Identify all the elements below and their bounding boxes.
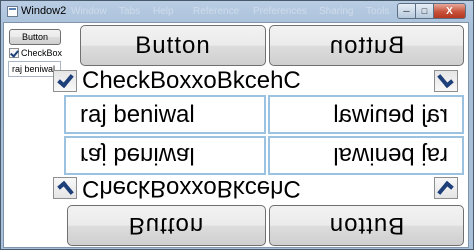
reflected-button-label: Button (135, 31, 211, 59)
reflected-checkbox-label: CheckBoxxoBkcehC (82, 175, 301, 202)
reflected-textbox-top-left: raj beniwal (64, 95, 266, 134)
reflected-button-label: Button (128, 212, 205, 240)
caption-buttons: ─ □ X (397, 3, 466, 20)
reflected-checkbox-row-bottom: CheckBoxxoBkcehC (4, 175, 468, 202)
title-bar[interactable]: Window2 ─ □ X Window Tabs Help Reference Pre… (1, 1, 473, 23)
window-title: Window2 (21, 5, 67, 17)
checkbox-checked-icon[interactable] (9, 47, 19, 58)
source-checkbox-label: CheckBox (21, 47, 63, 58)
close-icon: X (446, 5, 453, 17)
client-area: Button CheckBox raj beniwal Button Butto… (3, 22, 469, 248)
ghost-menu-item: Sharing (319, 6, 354, 17)
reflected-checkbox-row-top: CheckBoxxoBkcehC (4, 68, 468, 94)
reflected-button-label: Button (328, 212, 405, 240)
minimize-button[interactable]: ─ (397, 3, 416, 19)
window: Window2 ─ □ X Window Tabs Help Reference Pre… (0, 0, 474, 250)
source-checkbox[interactable]: CheckBox (9, 46, 62, 59)
reflected-checkbox-label: CheckBoxxoBkcehC (82, 67, 301, 94)
ghost-menu-item: Help (153, 6, 174, 17)
reflected-button-bottom-right: Button (269, 205, 464, 246)
maximize-icon: □ (421, 6, 428, 16)
reflected-button-label: Button (328, 31, 405, 59)
maximize-button[interactable]: □ (416, 3, 434, 19)
reflected-button-bottom-left: Button (67, 205, 266, 246)
checkbox-checked-icon (53, 177, 77, 199)
reflected-textbox-bottom-left: raj beniwal (64, 136, 266, 175)
reflected-textbox-top-right: raj beniwal (268, 95, 464, 134)
ghost-menu-item: Tabs (119, 6, 141, 17)
ghost-menu-item: Window (71, 6, 107, 17)
source-button[interactable]: Button (9, 29, 61, 45)
close-button[interactable]: X (434, 3, 466, 19)
checkbox-checked-icon (53, 70, 77, 92)
checkbox-checked-icon (434, 177, 458, 199)
ghost-menu-item: Preferences (253, 6, 307, 17)
reflected-button-top-right: Button (269, 25, 464, 66)
checkbox-checked-icon (434, 70, 458, 92)
minimize-icon: ─ (403, 6, 410, 16)
ghost-menu-item: Tools (366, 6, 390, 17)
reflected-textbox-bottom-right: raj beniwal (268, 136, 464, 175)
ghost-menu-item: Reference (193, 6, 240, 17)
window-icon (7, 6, 18, 17)
reflected-button-top-left: Button (80, 25, 266, 66)
